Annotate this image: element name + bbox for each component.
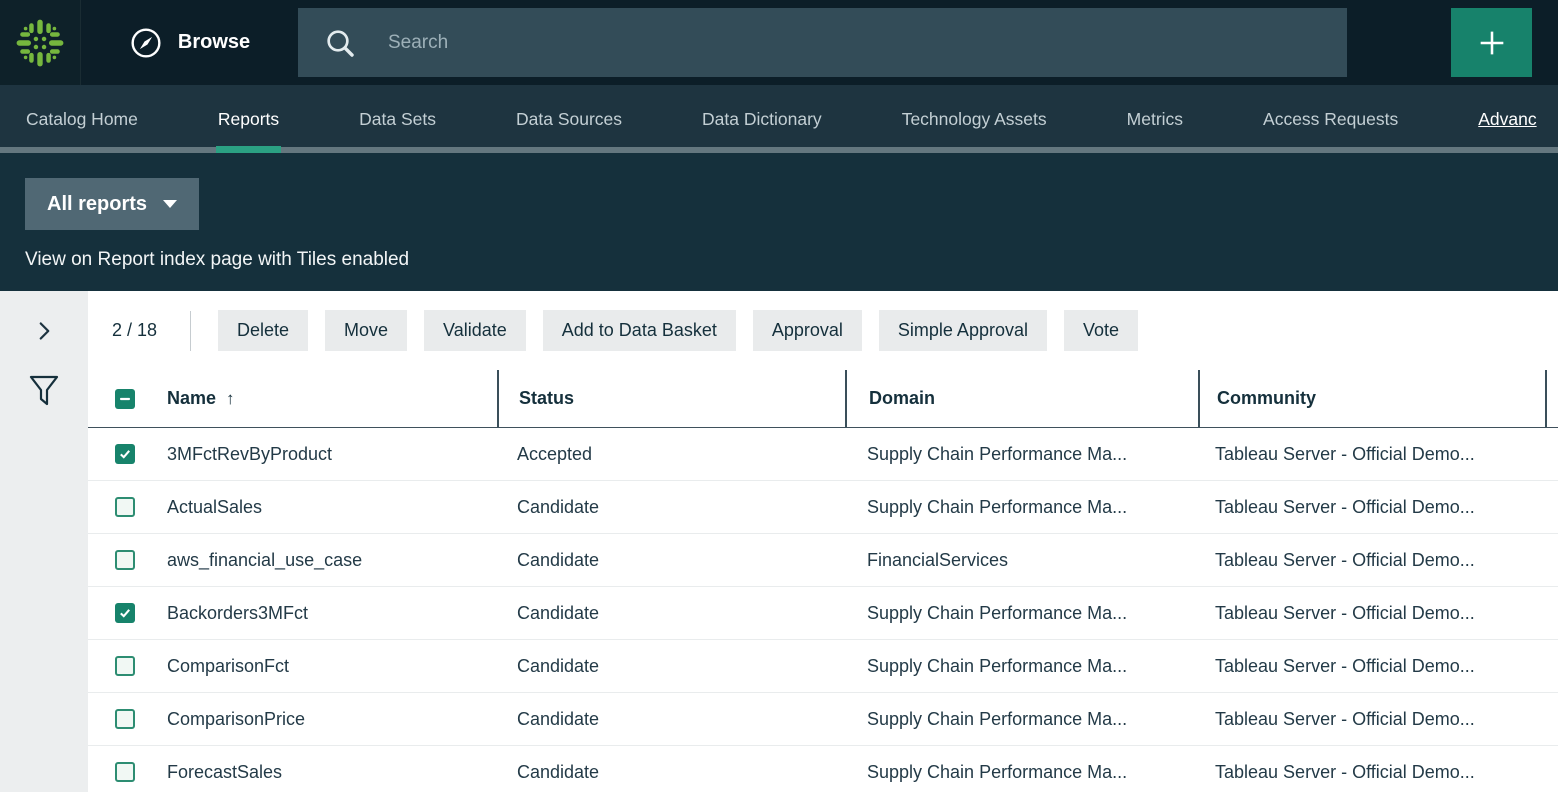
- simple-approval-button[interactable]: Simple Approval: [879, 310, 1047, 351]
- status-cell: Candidate: [497, 640, 845, 692]
- row-checkbox[interactable]: [115, 550, 135, 570]
- table-row[interactable]: aws_financial_use_case Candidate Financi…: [88, 534, 1558, 587]
- check-icon: [118, 606, 132, 620]
- nav-metrics[interactable]: Metrics: [1127, 85, 1183, 153]
- status-cell: Candidate: [497, 534, 845, 586]
- domain-cell[interactable]: Supply Chain Performance Ma...: [845, 640, 1198, 692]
- search-input[interactable]: [386, 31, 1347, 55]
- compass-icon: [130, 27, 162, 59]
- bulk-action-toolbar: 2 / 18 Delete Move Validate Add to Data …: [88, 291, 1558, 370]
- nav-reports[interactable]: Reports: [218, 85, 279, 153]
- nav-data-sets[interactable]: Data Sets: [359, 85, 436, 153]
- check-icon: [118, 447, 132, 461]
- domain-cell[interactable]: Supply Chain Performance Ma...: [845, 746, 1198, 792]
- domain-cell[interactable]: Supply Chain Performance Ma...: [845, 481, 1198, 533]
- community-cell[interactable]: Tableau Server - Official Demo...: [1198, 428, 1545, 480]
- row-checkbox[interactable]: [115, 444, 135, 464]
- table-header-row: Name ↑ Status Domain Community: [88, 370, 1558, 428]
- report-name-cell[interactable]: Backorders3MFct: [156, 587, 497, 639]
- row-checkbox[interactable]: [115, 656, 135, 676]
- status-cell: Candidate: [497, 746, 845, 792]
- indeterminate-dash-icon: [118, 392, 132, 406]
- community-cell[interactable]: Tableau Server - Official Demo...: [1198, 693, 1545, 745]
- domain-cell[interactable]: Supply Chain Performance Ma...: [845, 428, 1198, 480]
- caret-down-icon: [163, 200, 177, 208]
- select-all-checkbox[interactable]: [115, 389, 135, 409]
- search-bar[interactable]: [298, 8, 1347, 77]
- scope-label: All reports: [47, 193, 147, 216]
- column-header-community[interactable]: Community: [1198, 370, 1545, 427]
- approval-button[interactable]: Approval: [753, 310, 862, 351]
- add-to-data-basket-button[interactable]: Add to Data Basket: [543, 310, 736, 351]
- domain-cell[interactable]: FinancialServices: [845, 534, 1198, 586]
- nav-catalog-home[interactable]: Catalog Home: [26, 85, 138, 153]
- collibra-app: Browse Catalog Home Reports Data Sets Da…: [0, 0, 1558, 792]
- browse-menu[interactable]: Browse: [81, 0, 299, 85]
- nav-data-dictionary[interactable]: Data Dictionary: [702, 85, 822, 153]
- expand-panel-button[interactable]: [34, 317, 55, 345]
- vote-button[interactable]: Vote: [1064, 310, 1138, 351]
- nav-access-requests[interactable]: Access Requests: [1263, 85, 1398, 153]
- nav-data-sources[interactable]: Data Sources: [516, 85, 622, 153]
- plus-icon: [1475, 26, 1509, 60]
- table-row[interactable]: Backorders3MFct Candidate Supply Chain P…: [88, 587, 1558, 640]
- community-cell[interactable]: Tableau Server - Official Demo...: [1198, 587, 1545, 639]
- reports-table: Name ↑ Status Domain Community 3MFctRevB…: [88, 370, 1558, 792]
- report-name-cell[interactable]: ActualSales: [156, 481, 497, 533]
- report-name-cell[interactable]: ComparisonFct: [156, 640, 497, 692]
- table-row[interactable]: 3MFctRevByProduct Accepted Supply Chain …: [88, 428, 1558, 481]
- chevron-right-icon: [38, 321, 51, 341]
- column-header-spacer: [1545, 370, 1558, 427]
- report-name-cell[interactable]: ForecastSales: [156, 746, 497, 792]
- browse-label: Browse: [178, 31, 250, 54]
- status-cell: Candidate: [497, 587, 845, 639]
- primary-nav: Catalog Home Reports Data Sets Data Sour…: [0, 85, 1558, 153]
- status-cell: Candidate: [497, 481, 845, 533]
- filter-funnel-icon: [28, 373, 60, 411]
- filter-button[interactable]: [24, 369, 64, 415]
- report-name-cell[interactable]: 3MFctRevByProduct: [156, 428, 497, 480]
- status-cell: Candidate: [497, 693, 845, 745]
- domain-cell[interactable]: Supply Chain Performance Ma...: [845, 587, 1198, 639]
- left-rail: [0, 291, 88, 792]
- column-header-status[interactable]: Status: [497, 370, 845, 427]
- reports-panel: 2 / 18 Delete Move Validate Add to Data …: [88, 291, 1558, 792]
- table-row[interactable]: ForecastSales Candidate Supply Chain Per…: [88, 746, 1558, 792]
- column-header-name[interactable]: Name ↑: [156, 370, 497, 427]
- content-area: 2 / 18 Delete Move Validate Add to Data …: [0, 291, 1558, 792]
- domain-cell[interactable]: Supply Chain Performance Ma...: [845, 693, 1198, 745]
- column-header-domain[interactable]: Domain: [845, 370, 1198, 427]
- nav-technology-assets[interactable]: Technology Assets: [902, 85, 1047, 153]
- view-caption: View on Report index page with Tiles ena…: [25, 249, 1558, 271]
- row-checkbox[interactable]: [115, 497, 135, 517]
- sort-ascending-icon: ↑: [226, 389, 235, 409]
- table-row[interactable]: ActualSales Candidate Supply Chain Perfo…: [88, 481, 1558, 534]
- table-row[interactable]: ComparisonPrice Candidate Supply Chain P…: [88, 693, 1558, 746]
- collibra-logo-icon: [13, 16, 67, 70]
- row-checkbox[interactable]: [115, 709, 135, 729]
- validate-button[interactable]: Validate: [424, 310, 526, 351]
- report-name-cell[interactable]: aws_financial_use_case: [156, 534, 497, 586]
- selection-count: 2 / 18: [112, 320, 168, 341]
- move-button[interactable]: Move: [325, 310, 407, 351]
- all-reports-dropdown[interactable]: All reports: [25, 178, 199, 230]
- community-cell[interactable]: Tableau Server - Official Demo...: [1198, 640, 1545, 692]
- nav-advanced[interactable]: Advanc: [1478, 85, 1536, 153]
- status-cell: Accepted: [497, 428, 845, 480]
- community-cell[interactable]: Tableau Server - Official Demo...: [1198, 746, 1545, 792]
- topbar: Browse: [0, 0, 1558, 85]
- community-cell[interactable]: Tableau Server - Official Demo...: [1198, 481, 1545, 533]
- row-checkbox[interactable]: [115, 603, 135, 623]
- toolbar-divider: [190, 311, 191, 351]
- create-asset-button[interactable]: [1451, 8, 1532, 77]
- table-row[interactable]: ComparisonFct Candidate Supply Chain Per…: [88, 640, 1558, 693]
- view-header: All reports View on Report index page wi…: [0, 153, 1558, 291]
- report-name-cell[interactable]: ComparisonPrice: [156, 693, 497, 745]
- app-logo[interactable]: [0, 0, 81, 85]
- delete-button[interactable]: Delete: [218, 310, 308, 351]
- community-cell[interactable]: Tableau Server - Official Demo...: [1198, 534, 1545, 586]
- row-checkbox[interactable]: [115, 762, 135, 782]
- search-icon: [324, 27, 356, 59]
